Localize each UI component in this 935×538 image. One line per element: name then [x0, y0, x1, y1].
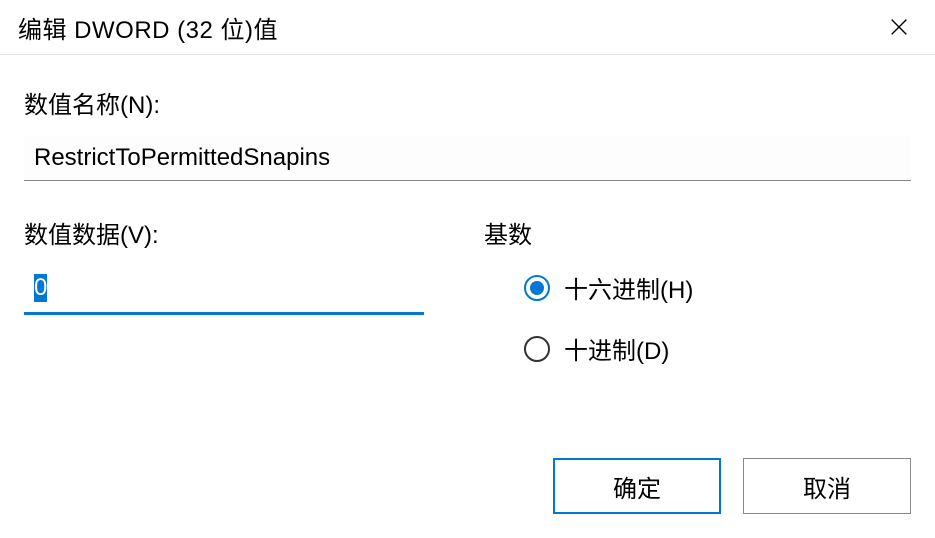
dialog-content: 数值名称(N): 数值数据(V): 基数 十六进制(H): [0, 55, 935, 458]
titlebar: 编辑 DWORD (32 位)值: [0, 0, 935, 55]
radio-dec-label: 十进制(D): [564, 331, 669, 366]
radio-decimal[interactable]: 十进制(D): [524, 331, 911, 366]
cancel-button[interactable]: 取消: [743, 458, 911, 514]
close-icon: [888, 16, 910, 38]
dialog-buttons: 确定 取消: [0, 458, 935, 538]
radio-icon: [524, 336, 550, 362]
ok-button[interactable]: 确定: [553, 458, 721, 514]
base-label: 基数: [484, 215, 911, 250]
value-data-label: 数值数据(V):: [24, 215, 444, 250]
base-radio-group: 十六进制(H) 十进制(D): [484, 270, 911, 366]
radio-hexadecimal[interactable]: 十六进制(H): [524, 270, 911, 305]
value-name-input[interactable]: [24, 136, 911, 181]
value-name-label: 数值名称(N):: [24, 85, 911, 120]
base-section: 基数 十六进制(H) 十进制(D): [484, 215, 911, 366]
value-data-section: 数值数据(V):: [24, 215, 444, 366]
edit-dword-dialog: 编辑 DWORD (32 位)值 数值名称(N): 数值数据(V): 基数: [0, 0, 935, 538]
radio-hex-label: 十六进制(H): [564, 270, 693, 305]
value-data-input[interactable]: [24, 266, 424, 315]
data-base-row: 数值数据(V): 基数 十六进制(H): [24, 215, 911, 366]
dialog-title: 编辑 DWORD (32 位)值: [18, 10, 278, 45]
close-button[interactable]: [877, 8, 921, 46]
radio-icon: [524, 275, 550, 301]
